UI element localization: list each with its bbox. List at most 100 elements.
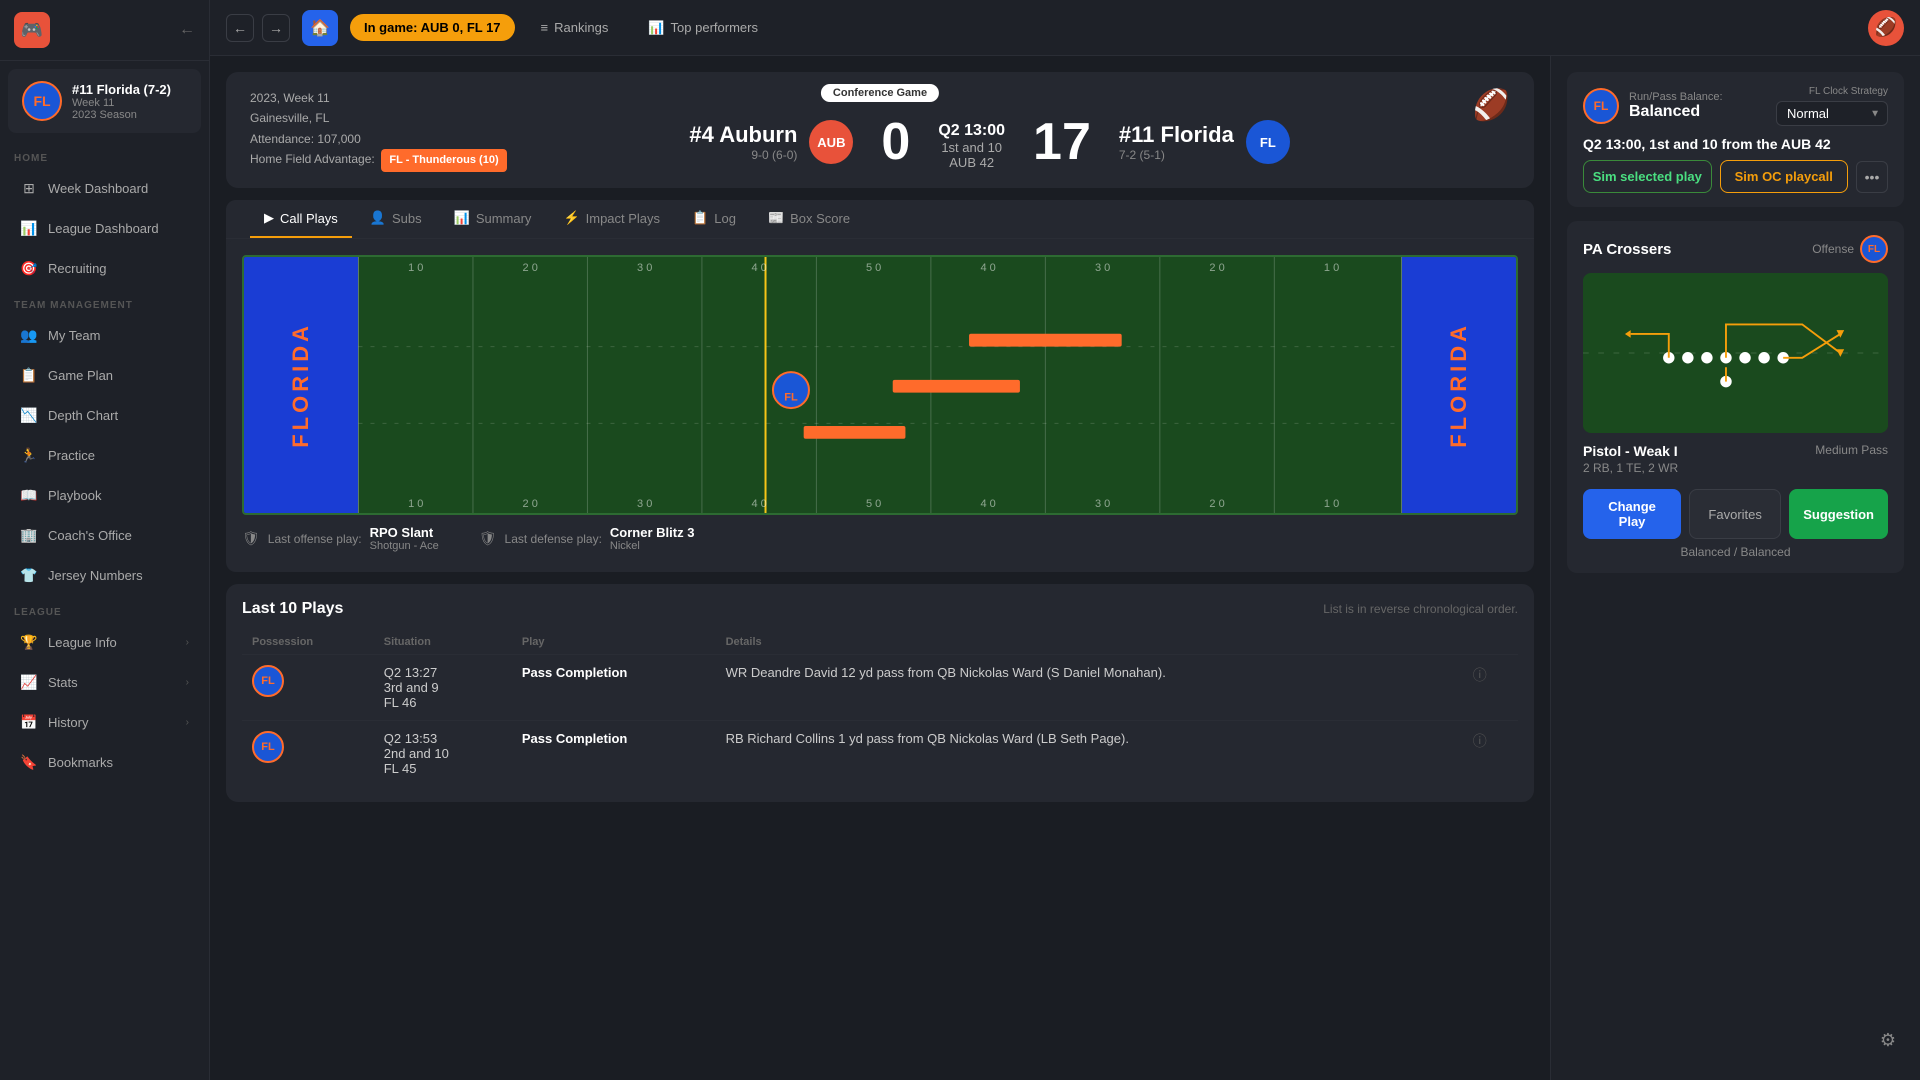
play-card: PA Crossers Offense FL <box>1567 221 1904 573</box>
tab-label: Box Score <box>790 211 850 226</box>
sidebar-item-stats[interactable]: 📈 Stats › <box>6 663 203 701</box>
tab-box-score[interactable]: 📰 Box Score <box>754 200 864 238</box>
possession-avatar: FL <box>252 731 284 763</box>
conference-badge: Conference Game <box>821 84 939 102</box>
last-plays-info: 🛡 Last offense play: RPO Slant Shotgun -… <box>242 515 1518 556</box>
back-button[interactable]: ← <box>226 14 254 42</box>
hfa-badge: FL - Thunderous (10) <box>381 149 506 172</box>
sidebar-item-league-info[interactable]: 🏆 League Info › <box>6 623 203 661</box>
sidebar-item-recruiting[interactable]: 🎯 Recruiting <box>6 249 203 287</box>
sidebar-item-week-dashboard[interactable]: ⊞ Week Dashboard <box>6 169 203 207</box>
change-play-button[interactable]: Change Play <box>1583 489 1681 539</box>
svg-text:2 0: 2 0 <box>1209 262 1224 274</box>
tab-call-plays[interactable]: ▶ Call Plays <box>250 200 352 238</box>
sidebar-item-label: Stats <box>48 675 78 690</box>
clock-time: Q2 13:00 <box>938 122 1005 140</box>
chevron-right-icon: › <box>186 637 189 648</box>
col-possession: Possession <box>242 630 374 655</box>
score-row: #4 Auburn 9-0 (6-0) AUB 0 Q2 13:00 1st a… <box>689 112 1289 172</box>
sidebar-item-label: My Team <box>48 328 101 343</box>
play-type: Pass Completion <box>522 731 627 746</box>
settings-button[interactable]: ⚙ <box>1872 1024 1904 1056</box>
col-situation: Situation <box>374 630 512 655</box>
svg-text:3 0: 3 0 <box>637 262 652 274</box>
rp-value: Balanced <box>1629 103 1766 121</box>
tab-label: Impact Plays <box>586 211 660 226</box>
info-icon[interactable]: ⓘ <box>1473 733 1487 749</box>
last-plays-section: Last 10 Plays List is in reverse chronol… <box>226 584 1534 802</box>
sidebar-item-practice[interactable]: 🏃 Practice <box>6 436 203 474</box>
svg-text:2 0: 2 0 <box>1209 498 1224 510</box>
sidebar-item-game-plan[interactable]: 📋 Game Plan <box>6 356 203 394</box>
tab-impact-plays[interactable]: ⚡ Impact Plays <box>549 200 674 238</box>
details-cell: RB Richard Collins 1 yd pass from QB Nic… <box>716 721 1463 787</box>
game-attendance: Attendance: 107,000 <box>250 129 507 149</box>
jersey-icon: 👕 <box>20 566 38 584</box>
clock-strategy-select-wrapper: Normal Aggressive Conservative Kneel Dow… <box>1776 101 1888 126</box>
game-panel: Conference Game 2023, Week 11 Gainesvill… <box>210 56 1550 1080</box>
plays-header: Last 10 Plays List is in reverse chronol… <box>242 600 1518 618</box>
situation-pos: FL 46 <box>384 695 502 710</box>
svg-text:1 0: 1 0 <box>408 498 423 510</box>
table-row: FL Q2 13:27 3rd and 9 FL 46 Pass Complet… <box>242 655 1518 721</box>
in-game-badge[interactable]: In game: AUB 0, FL 17 <box>350 14 515 41</box>
rankings-tab[interactable]: ≡ Rankings <box>527 14 623 41</box>
details-cell: WR Deandre David 12 yd pass from QB Nick… <box>716 655 1463 721</box>
away-score: 0 <box>873 112 918 172</box>
tab-label: Summary <box>476 211 532 226</box>
sidebar-item-bookmarks[interactable]: 🔖 Bookmarks <box>6 743 203 781</box>
possession-cell: FL <box>242 655 374 721</box>
depth-chart-icon: 📉 <box>20 406 38 424</box>
tab-subs[interactable]: 👤 Subs <box>356 200 436 238</box>
clock-strategy-select[interactable]: Normal Aggressive Conservative Kneel Dow… <box>1776 101 1888 126</box>
sim-oc-playcall-button[interactable]: Sim OC playcall <box>1720 160 1849 193</box>
game-info: 2023, Week 11 Gainesville, FL Attendance… <box>250 88 507 172</box>
section-team-label: TEAM MANAGEMENT <box>0 288 209 315</box>
sidebar-header: 🎮 ← <box>0 0 209 61</box>
possession-cell: FL <box>242 721 374 787</box>
sidebar-item-my-team[interactable]: 👥 My Team <box>6 316 203 354</box>
home-team-record: 7-2 (5-1) <box>1119 148 1234 162</box>
away-team-record: 9-0 (6-0) <box>689 148 797 162</box>
game-hfa: Home Field Advantage: FL - Thunderous (1… <box>250 149 507 172</box>
home-button[interactable]: 🏠 <box>302 10 338 46</box>
suggestion-button[interactable]: Suggestion <box>1789 489 1888 539</box>
sidebar-item-league-dashboard[interactable]: 📊 League Dashboard <box>6 209 203 247</box>
sidebar-item-jersey-numbers[interactable]: 👕 Jersey Numbers <box>6 556 203 594</box>
sidebar-item-label: Depth Chart <box>48 408 118 423</box>
tab-log[interactable]: 📋 Log <box>678 200 750 238</box>
svg-text:4 0: 4 0 <box>980 262 995 274</box>
favorites-button[interactable]: Favorites <box>1689 489 1781 539</box>
team-card[interactable]: FL #11 Florida (7-2) Week 11 2023 Season <box>8 69 201 133</box>
sidebar-collapse-button[interactable]: ← <box>179 21 195 39</box>
more-options-button[interactable]: ••• <box>1856 161 1888 193</box>
away-team-name: #4 Auburn <box>689 122 797 148</box>
play-actions: Change Play Favorites Suggestion <box>1583 489 1888 539</box>
sidebar-item-label: Coach's Office <box>48 528 132 543</box>
play-diagram <box>1583 273 1888 433</box>
forward-button[interactable]: → <box>262 14 290 42</box>
stats-icon: 📈 <box>20 673 38 691</box>
section-league-label: LEAGUE <box>0 595 209 622</box>
situation-text: Q2 13:00, 1st and 10 from the AUB 42 <box>1583 136 1888 152</box>
game-year-week: 2023, Week 11 <box>250 88 507 108</box>
sidebar-item-coachs-office[interactable]: 🏢 Coach's Office <box>6 516 203 554</box>
sim-selected-play-button[interactable]: Sim selected play <box>1583 160 1712 193</box>
field-container: FLORIDA FLORIDA <box>226 239 1534 572</box>
league-dashboard-icon: 📊 <box>20 219 38 237</box>
info-icon[interactable]: ⓘ <box>1473 667 1487 683</box>
svg-text:1 0: 1 0 <box>1324 498 1339 510</box>
playbook-icon: 📖 <box>20 486 38 504</box>
situation-cell: Q2 13:53 2nd and 10 FL 45 <box>374 721 512 787</box>
sidebar-item-history[interactable]: 📅 History › <box>6 703 203 741</box>
football-field: FLORIDA FLORIDA <box>242 255 1518 515</box>
rp-buttons: Sim selected play Sim OC playcall ••• <box>1583 160 1888 193</box>
coachs-office-icon: 🏢 <box>20 526 38 544</box>
possession-avatar: FL <box>252 665 284 697</box>
top-performers-tab[interactable]: 📊 Top performers <box>634 14 772 42</box>
tab-summary[interactable]: 📊 Summary <box>440 200 546 238</box>
sidebar-item-depth-chart[interactable]: 📉 Depth Chart <box>6 396 203 434</box>
box-score-icon: 📰 <box>768 210 784 226</box>
last-defense-formation: Nickel <box>610 540 695 552</box>
sidebar-item-playbook[interactable]: 📖 Playbook <box>6 476 203 514</box>
